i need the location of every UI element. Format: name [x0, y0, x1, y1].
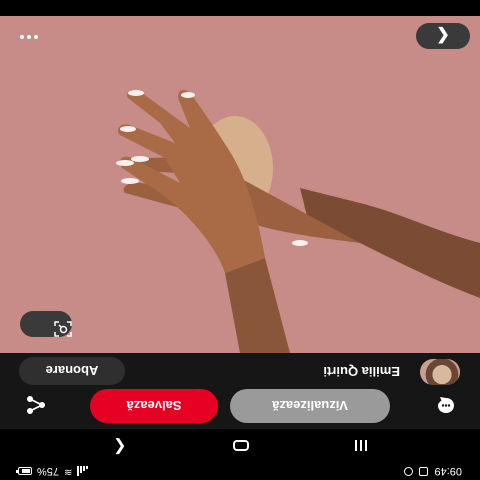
top-padding	[0, 0, 480, 16]
back-nav-icon[interactable]: ❮	[113, 438, 126, 455]
pin-toolbar: ❮ Vizualizează Salvează Emilia Quirti Ab…	[0, 353, 480, 463]
status-bar: 09:49 ≋ 75%	[0, 463, 480, 480]
visual-search-icon	[54, 321, 72, 337]
status-left: 09:49	[404, 466, 462, 478]
wifi-icon: ≋	[64, 466, 73, 477]
battery-icon	[18, 467, 32, 476]
visualize-button[interactable]: Vizualizează	[230, 389, 390, 423]
comment-icon[interactable]	[434, 393, 458, 417]
profile-row: Emilia Quirti Abonare	[0, 353, 480, 389]
follow-button[interactable]: Abonare	[19, 357, 125, 385]
notification-icon	[419, 467, 429, 476]
system-nav-bar: ❮	[0, 429, 480, 463]
more-icon	[34, 35, 38, 39]
pin-image[interactable]: ❮	[0, 16, 480, 353]
screen: 09:49 ≋ 75% ❮ Vizualizează Salvează Emil…	[0, 0, 480, 480]
hands-photo	[0, 16, 480, 353]
status-time: 09:49	[434, 465, 462, 478]
share-icon[interactable]	[24, 393, 48, 417]
back-button[interactable]: ❮	[416, 23, 470, 49]
recents-icon[interactable]	[354, 440, 367, 452]
back-icon: ❮	[436, 27, 450, 44]
signal-icon	[77, 466, 89, 477]
more-options-button[interactable]	[14, 27, 44, 47]
action-row: Vizualizează Salvează	[0, 389, 480, 429]
author-name[interactable]: Emilia Quirti	[323, 364, 400, 379]
avatar[interactable]	[420, 359, 460, 385]
save-button[interactable]: Salvează	[90, 389, 218, 423]
visual-search-button[interactable]	[20, 311, 72, 337]
home-icon[interactable]	[232, 440, 249, 452]
sync-icon	[404, 467, 414, 476]
battery-percent: 75%	[37, 465, 60, 478]
status-right: ≋ 75%	[18, 465, 89, 478]
